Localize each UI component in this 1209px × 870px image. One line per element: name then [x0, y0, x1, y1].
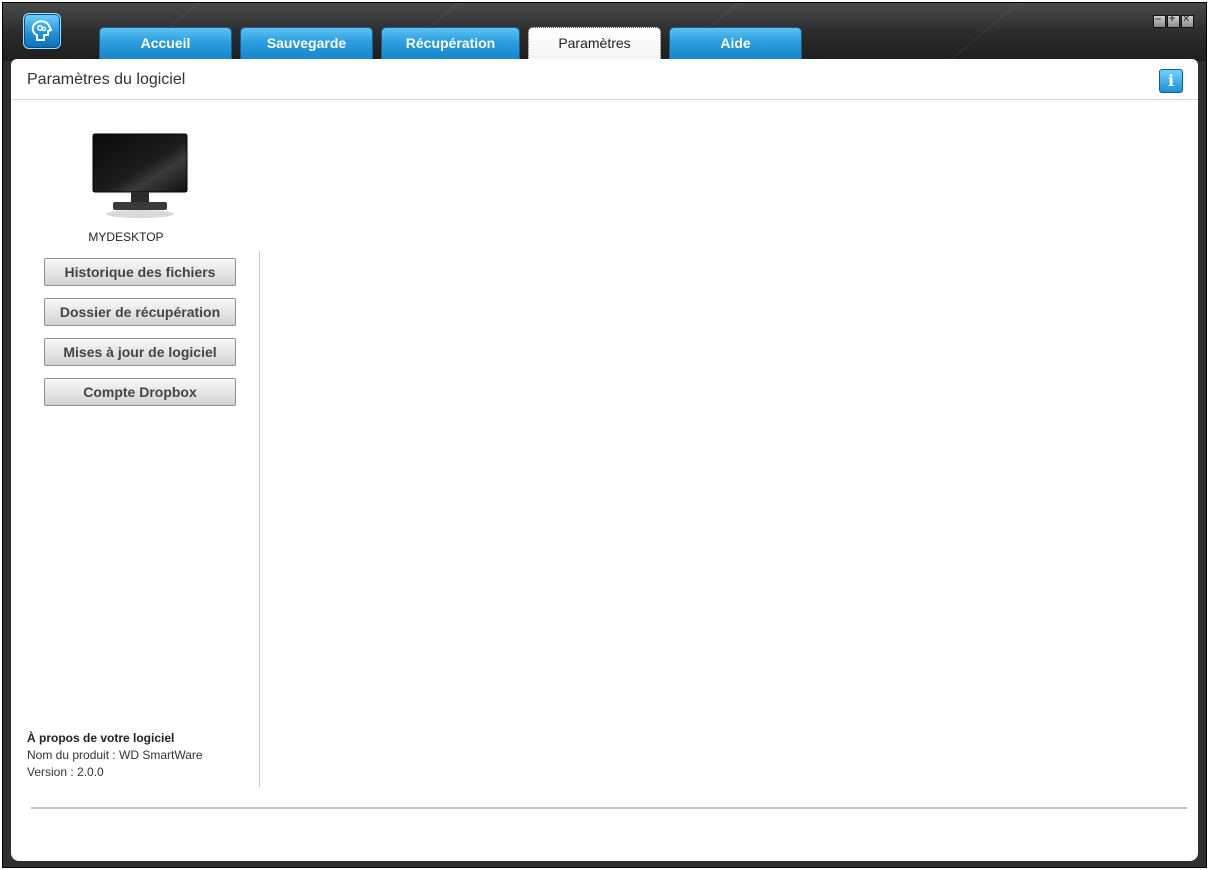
info-icon[interactable]: i	[1159, 69, 1183, 93]
recovery-folder-button[interactable]: Dossier de récupération	[44, 298, 236, 326]
dropbox-account-button[interactable]: Compte Dropbox	[44, 378, 236, 406]
page-header: Paramètres du logiciel i	[11, 59, 1198, 100]
tab-sauvegarde[interactable]: Sauvegarde	[240, 27, 373, 59]
product-name: Nom du produit : WD SmartWare	[27, 748, 203, 762]
app-window: Accueil Sauvegarde Récupération Paramètr…	[2, 2, 1207, 868]
about-section: À propos de votre logiciel Nom du produi…	[27, 730, 203, 781]
monitor-icon	[91, 132, 191, 227]
sidebar-divider	[259, 251, 260, 787]
app-logo-icon[interactable]	[23, 13, 61, 49]
tab-accueil[interactable]: Accueil	[99, 27, 232, 59]
file-history-button[interactable]: Historique des fichiers	[44, 258, 236, 286]
main-content: Paramètres du logiciel i MYDESKTOP Histo…	[11, 59, 1198, 861]
about-heading: À propos de votre logiciel	[27, 731, 175, 745]
title-bar: Accueil Sauvegarde Récupération Paramètr…	[3, 3, 1206, 61]
software-updates-button[interactable]: Mises à jour de logiciel	[44, 338, 236, 366]
close-icon[interactable]: ×	[1181, 13, 1194, 28]
settings-sidebar: MYDESKTOP Historique des fichiers Dossie…	[11, 100, 261, 790]
version-text: Version : 2.0.0	[27, 765, 104, 779]
tab-aide[interactable]: Aide	[669, 27, 802, 59]
page-title: Paramètres du logiciel	[27, 71, 186, 88]
tab-recuperation[interactable]: Récupération	[381, 27, 520, 59]
footer-divider	[31, 807, 1187, 809]
tab-parametres[interactable]: Paramètres	[528, 27, 661, 61]
minimize-icon[interactable]: –	[1153, 13, 1166, 28]
device-name: MYDESKTOP	[88, 230, 164, 244]
maximize-icon[interactable]: +	[1167, 13, 1180, 28]
